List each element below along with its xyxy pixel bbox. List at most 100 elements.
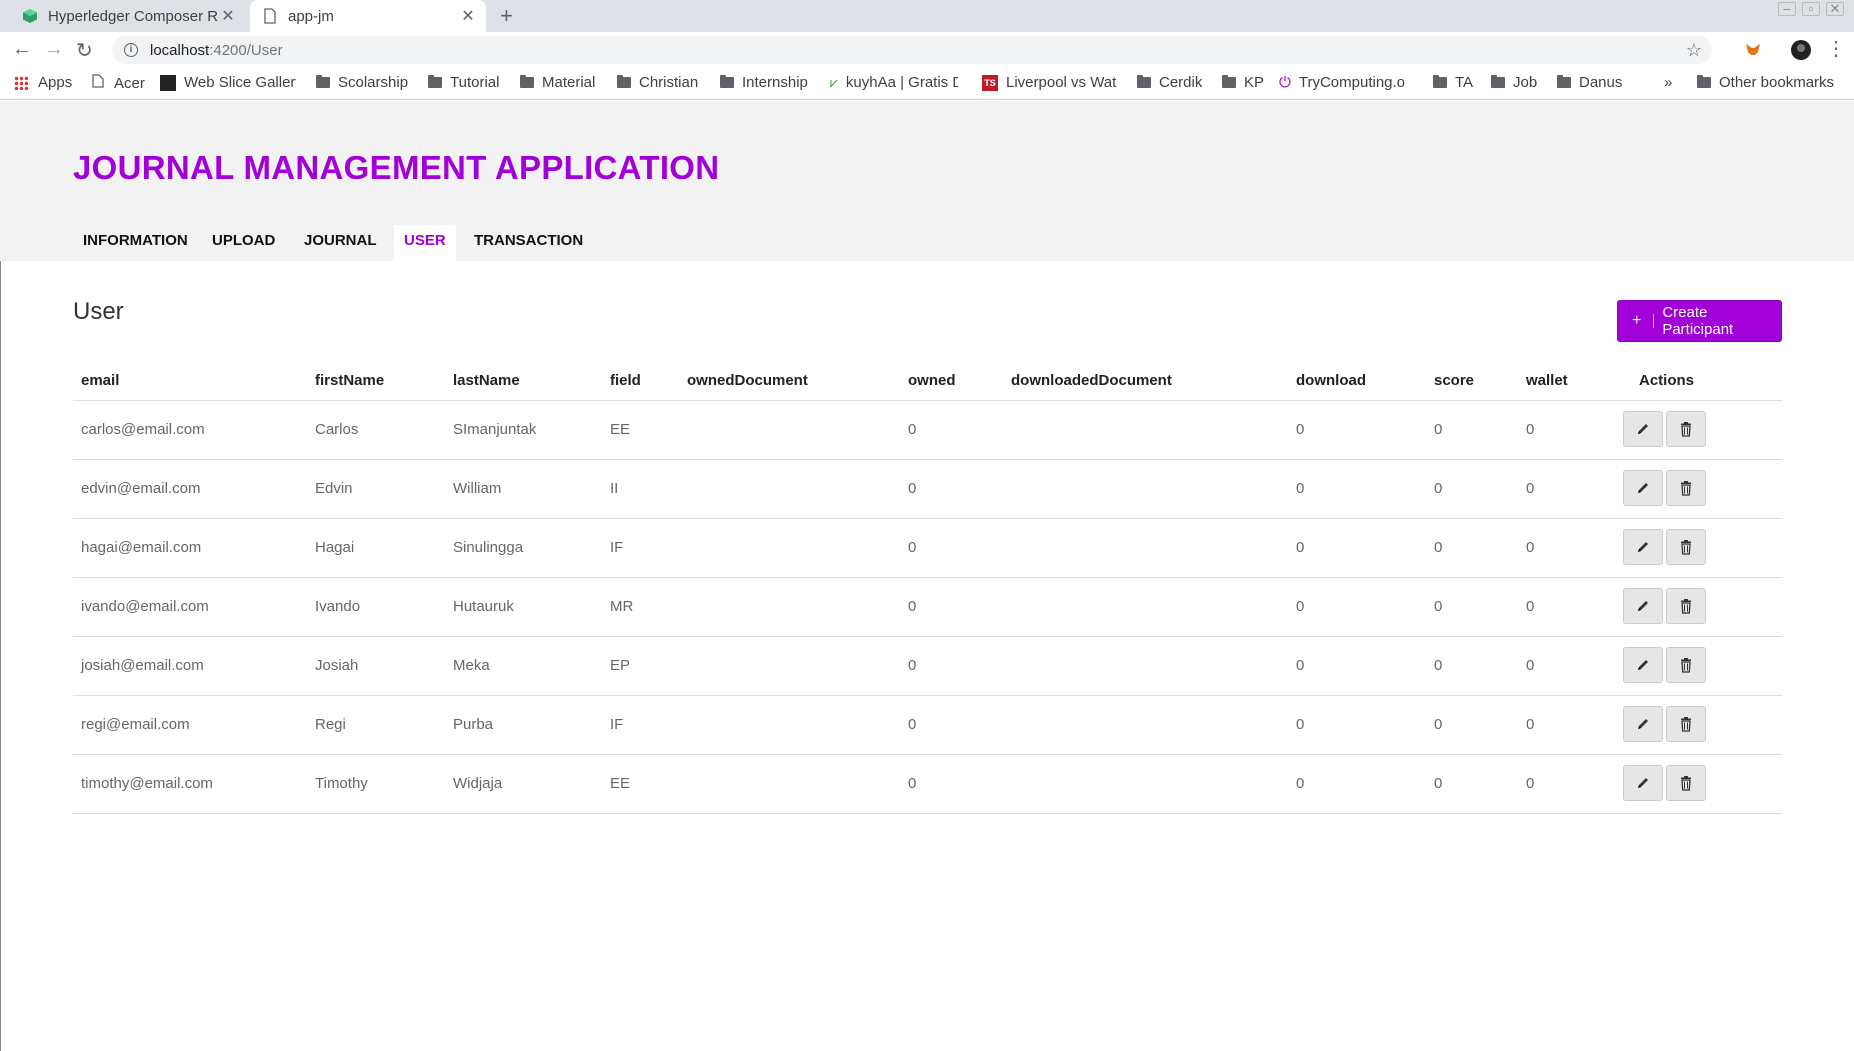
edit-button[interactable] — [1623, 470, 1663, 506]
edit-button[interactable] — [1623, 529, 1663, 565]
delete-button[interactable] — [1666, 588, 1706, 624]
bookmark-other[interactable]: Other bookmarks — [1697, 74, 1834, 91]
edit-button[interactable] — [1623, 647, 1663, 683]
tab-title: app-jm — [288, 7, 334, 25]
bookmark-liverpool[interactable]: TS Liverpool vs Wat — [982, 74, 1116, 91]
plus-icon: + — [1632, 312, 1642, 329]
column-header-download: download — [1296, 372, 1366, 389]
pencil-icon — [1638, 601, 1648, 611]
bookmark-kuyhaa[interactable]: ⩗ kuyhAa | Gratis D — [830, 74, 958, 91]
cell-email: edvin@email.com — [81, 480, 201, 497]
column-header-owneddocument: ownedDocument — [687, 372, 808, 389]
edit-button[interactable] — [1623, 706, 1663, 742]
delete-button[interactable] — [1666, 529, 1706, 565]
bookmark-material[interactable]: Material — [520, 74, 595, 91]
column-header-actions: Actions — [1639, 372, 1695, 389]
cell-field: EP — [610, 657, 631, 674]
folder-icon — [1222, 75, 1236, 88]
bookmark-label: Liverpool vs Wat — [1006, 74, 1117, 91]
pencil-icon — [1638, 542, 1648, 552]
page-icon — [92, 74, 104, 92]
column-header-field: field — [610, 372, 641, 389]
bookmarks-overflow[interactable]: » — [1664, 74, 1672, 91]
browser-tab-hyperledger[interactable]: Hyperledger Composer R ✕ — [10, 0, 246, 32]
table-row: timothy@email.com Timothy Widjaja EE 0 0 0 0 — [73, 755, 1782, 814]
bookmarks-bar: Apps Acer Web Slice Gallery Scolarship T… — [0, 68, 1854, 100]
close-icon[interactable]: ✕ — [458, 6, 478, 26]
cell-field: IF — [610, 539, 624, 556]
folder-icon — [1433, 75, 1447, 88]
delete-button[interactable] — [1666, 411, 1706, 447]
reload-icon[interactable]: ↻ — [76, 38, 93, 63]
back-arrow-icon[interactable]: ← — [12, 38, 32, 61]
info-icon[interactable]: i — [124, 43, 138, 57]
edit-button[interactable] — [1623, 588, 1663, 624]
bookmark-trycomputing[interactable]: ⏻ TryComputing.o — [1279, 74, 1405, 91]
cell-lastname: Hutauruk — [453, 598, 514, 615]
cell-field: IF — [610, 716, 624, 733]
maximize-icon[interactable]: ▫ — [1802, 2, 1820, 16]
edit-button[interactable] — [1623, 765, 1663, 801]
cell-owned: 0 — [908, 657, 917, 674]
page-icon — [262, 8, 278, 24]
bookmark-label: Apps — [38, 74, 73, 91]
cell-wallet: 0 — [1526, 657, 1535, 674]
bookmark-acer[interactable]: Acer — [92, 74, 145, 92]
cell-download: 0 — [1296, 539, 1305, 556]
metamask-icon[interactable] — [1744, 41, 1762, 59]
cell-firstname: Hagai — [315, 539, 355, 556]
cell-field: EE — [610, 775, 631, 792]
star-icon[interactable]: ☆ — [1686, 40, 1702, 61]
cell-download: 0 — [1296, 775, 1305, 792]
delete-button[interactable] — [1666, 470, 1706, 506]
delete-button[interactable] — [1666, 706, 1706, 742]
table-row: ivando@email.com Ivando Hutauruk MR 0 0 0 0 — [73, 578, 1782, 637]
forward-arrow-icon[interactable]: → — [44, 38, 64, 61]
app-title: JOURNAL MANAGEMENT APPLICATION — [73, 149, 720, 186]
tab-user[interactable]: USER — [394, 225, 456, 261]
cell-owned: 0 — [908, 775, 917, 792]
close-icon[interactable]: ✕ — [218, 6, 238, 26]
bookmark-cerdik[interactable]: Cerdik — [1137, 74, 1202, 91]
bookmark-apps[interactable]: Apps — [14, 74, 72, 91]
bookmark-danus[interactable]: Danus — [1557, 74, 1622, 91]
new-tab-button[interactable]: + — [500, 3, 513, 29]
browser-toolbar: ← → ↻ i localhost :4200/User ☆ ⋮ — [0, 32, 1854, 68]
tab-journal[interactable]: JOURNAL — [294, 225, 387, 261]
column-header-score: score — [1434, 372, 1475, 389]
address-bar[interactable]: i localhost :4200/User ☆ — [112, 36, 1712, 64]
bookmark-christian[interactable]: Christian — [617, 74, 698, 91]
bookmark-web-slice[interactable]: Web Slice Gallery — [160, 74, 296, 91]
menu-kebab-icon[interactable]: ⋮ — [1826, 36, 1846, 61]
cell-owned: 0 — [908, 598, 917, 615]
table-row: regi@email.com Regi Purba IF 0 0 0 0 — [73, 696, 1782, 755]
tab-upload[interactable]: UPLOAD — [202, 225, 285, 261]
bookmark-scolarship[interactable]: Scolarship — [316, 74, 408, 91]
cell-score: 0 — [1434, 716, 1443, 733]
app-header: JOURNAL MANAGEMENT APPLICATION INFORMATI… — [0, 101, 1854, 261]
delete-button[interactable] — [1666, 765, 1706, 801]
edit-button[interactable] — [1623, 411, 1663, 447]
bookmark-job[interactable]: Job — [1491, 74, 1537, 91]
cell-lastname: William — [453, 480, 502, 497]
cell-firstname: Edvin — [315, 480, 353, 497]
cell-owned: 0 — [908, 480, 917, 497]
webslice-icon — [160, 74, 176, 91]
delete-button[interactable] — [1666, 647, 1706, 683]
tab-information[interactable]: INFORMATION — [73, 225, 198, 261]
pencil-icon — [1638, 660, 1648, 670]
divider — [1653, 314, 1655, 328]
bookmark-tutorial[interactable]: Tutorial — [428, 74, 499, 91]
browser-tab-app-jm[interactable]: app-jm ✕ — [250, 0, 486, 32]
cell-wallet: 0 — [1526, 716, 1535, 733]
minimize-icon[interactable]: – — [1778, 2, 1796, 16]
table-row: carlos@email.com Carlos SImanjuntak EE 0 0 0 0 — [73, 401, 1782, 460]
avatar[interactable] — [1790, 39, 1812, 61]
create-participant-button[interactable]: + Create Participant — [1617, 300, 1782, 342]
bookmark-ta[interactable]: TA — [1433, 74, 1473, 91]
window-close-icon[interactable]: ✕ — [1826, 2, 1844, 16]
cell-score: 0 — [1434, 657, 1443, 674]
bookmark-kp[interactable]: KP — [1222, 74, 1264, 91]
bookmark-internship[interactable]: Internship — [720, 74, 808, 91]
tab-transaction[interactable]: TRANSACTION — [464, 225, 593, 261]
